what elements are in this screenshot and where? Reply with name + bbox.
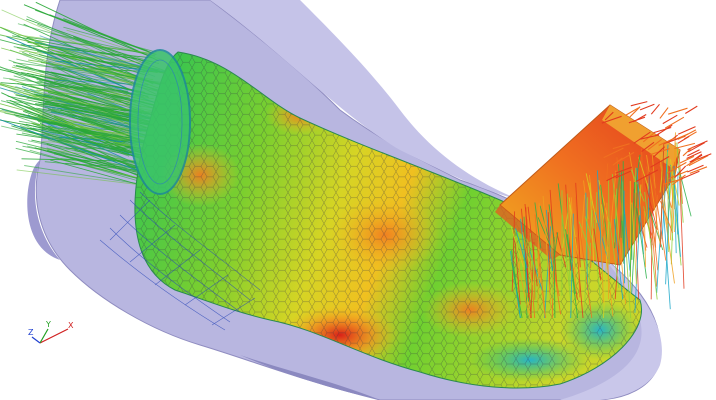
outlet-vector xyxy=(608,179,610,266)
3d-viewport[interactable]: X Y Z xyxy=(0,0,716,400)
outlet-vector xyxy=(533,252,536,300)
z-axis-label: Z xyxy=(28,328,34,337)
flow-simulation-render: X Y Z xyxy=(0,0,712,400)
y-axis-label: Y xyxy=(45,320,51,329)
x-axis-label: X xyxy=(68,321,74,330)
